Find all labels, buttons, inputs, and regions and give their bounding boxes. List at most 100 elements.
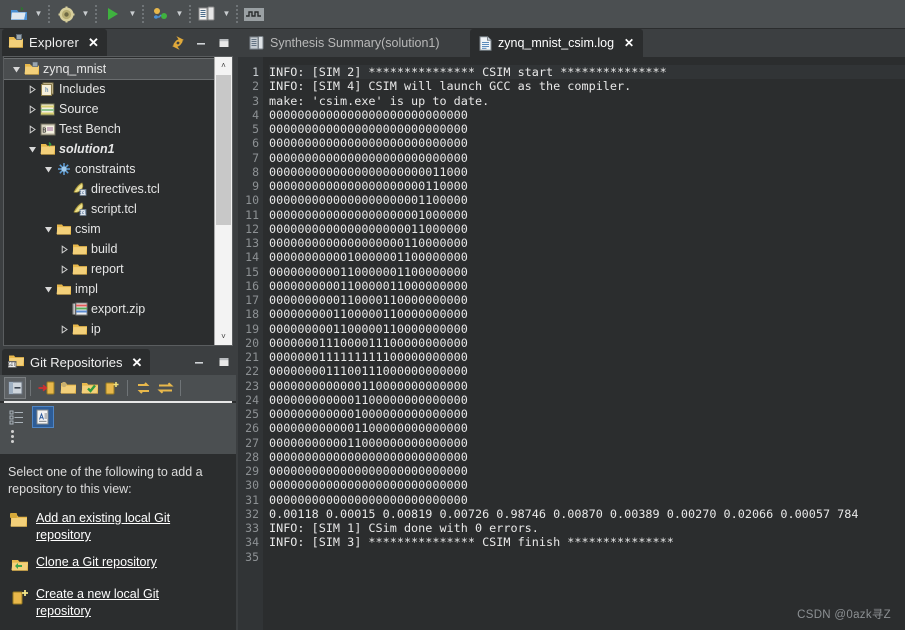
- expand-arrow-down-icon[interactable]: [26, 139, 39, 159]
- toolbar-separator: [95, 5, 97, 23]
- tree-vertical-scrollbar[interactable]: ˄ ˅: [214, 57, 232, 345]
- run-play-icon[interactable]: [101, 3, 125, 25]
- git-view-icon: GIT: [7, 353, 25, 371]
- log-line: 0000000000001100000000000000: [269, 392, 468, 407]
- tree-item-source[interactable]: Source: [4, 99, 215, 119]
- expand-arrow-right-icon[interactable]: [26, 79, 39, 99]
- log-line: 0000000000000000000000000000: [269, 122, 468, 136]
- new-repository-icon[interactable]: [101, 377, 123, 399]
- tree-item-directives-tcl[interactable]: tcl directives.tcl: [4, 179, 215, 199]
- line-number: 30: [245, 478, 259, 493]
- testbench-icon: B: [39, 119, 56, 139]
- tree-item-ip[interactable]: ip: [4, 319, 215, 339]
- git-link-label[interactable]: Add an existing local Git repository: [36, 510, 196, 544]
- git-close-icon[interactable]: ✕: [131, 356, 142, 369]
- tree-item-script-tcl[interactable]: tcl script.tcl: [4, 199, 215, 219]
- explorer-close-icon[interactable]: ✕: [88, 36, 99, 49]
- line-number: 4: [252, 107, 259, 122]
- synthesis-dropdown-arrow[interactable]: ▼: [173, 3, 186, 25]
- source-icon: [39, 99, 56, 119]
- log-line: 0000000000000000000011000000: [269, 221, 468, 236]
- open-project-dropdown-arrow[interactable]: ▼: [32, 3, 45, 25]
- repository-properties-icon[interactable]: [32, 406, 54, 428]
- expand-arrow-down-icon[interactable]: [42, 219, 55, 239]
- tree-item-zynq-mnist[interactable]: zynq_mnist: [4, 58, 216, 80]
- run-dropdown-arrow[interactable]: ▼: [126, 3, 139, 25]
- git-view-body: Select one of the following to add a rep…: [0, 375, 236, 630]
- line-number: 22: [245, 364, 259, 379]
- svg-text:tcl: tcl: [78, 190, 87, 196]
- line-number: 18: [245, 307, 259, 322]
- tree-item-build[interactable]: build: [4, 239, 215, 259]
- fetch-icon[interactable]: [132, 377, 154, 399]
- maximize-view-icon[interactable]: [216, 35, 232, 51]
- collapse-all-icon[interactable]: [4, 377, 26, 399]
- log-line: 0000000111111111100000000000: [269, 350, 468, 364]
- expand-arrow-right-icon[interactable]: [58, 239, 71, 259]
- git-tab-label: Git Repositories: [30, 354, 123, 370]
- git-link-add-an-existing-local-git-repository[interactable]: Add an existing local Git repository: [0, 510, 236, 554]
- tree-item-csim[interactable]: csim: [4, 219, 215, 239]
- settings-gear-icon[interactable]: [54, 3, 78, 25]
- tab-csim-log[interactable]: zynq_mnist_csim.log ✕: [470, 29, 644, 57]
- git-empty-message: Select one of the following to add a rep…: [8, 465, 203, 496]
- folder-icon: [55, 279, 72, 299]
- link-with-editor-icon[interactable]: [170, 35, 186, 51]
- view-tab-git-repositories[interactable]: GIT Git Repositories ✕: [2, 349, 151, 375]
- tree-item-constraints[interactable]: constraints: [4, 159, 215, 179]
- minimize-view-icon[interactable]: [191, 354, 207, 370]
- push-pull-icon[interactable]: [154, 377, 176, 399]
- git-link-label[interactable]: Create a new local Git repository: [36, 586, 196, 620]
- clone-repository-icon[interactable]: [57, 377, 79, 399]
- expand-arrow-down-icon[interactable]: [42, 279, 55, 299]
- log-line: 0000000001100000110000000000: [269, 321, 468, 336]
- waveform-icon[interactable]: [242, 3, 266, 25]
- minimize-view-icon[interactable]: [193, 35, 209, 51]
- view-tab-explorer[interactable]: Explorer ✕: [2, 29, 107, 56]
- view-menu-icon[interactable]: [11, 430, 14, 443]
- log-line: 0000000000000000000000110000: [269, 179, 468, 193]
- scroll-thumb[interactable]: [216, 75, 231, 225]
- tree-item-label: zynq_mnist: [43, 62, 107, 76]
- tcl-file-icon: tcl: [71, 179, 88, 199]
- maximize-view-icon[interactable]: [216, 354, 232, 370]
- log-line: 0000000000110000110000000000: [269, 293, 468, 307]
- add-existing-repository-icon[interactable]: [35, 377, 57, 399]
- create-repository-icon[interactable]: [79, 377, 101, 399]
- toolbar-separator: [236, 5, 238, 23]
- log-line: 0000000011100111000000000000: [269, 364, 468, 379]
- git-link-create-a-new-local-git-repository[interactable]: Create a new local Git repository: [0, 586, 236, 630]
- line-number: 19: [245, 321, 259, 336]
- settings-dropdown-arrow[interactable]: ▼: [79, 3, 92, 25]
- expand-arrow-right-icon[interactable]: [58, 319, 71, 339]
- run-synthesis-icon[interactable]: [148, 3, 172, 25]
- scroll-down-arrow[interactable]: ˅: [215, 328, 232, 345]
- line-number: 28: [245, 449, 259, 464]
- tree-item-export-zip[interactable]: export.zip: [4, 299, 215, 319]
- log-line: 0000000111000011100000000000: [269, 335, 468, 350]
- expand-arrow-down-icon[interactable]: [42, 159, 55, 179]
- git-link-clone-a-git-repository[interactable]: Clone a Git repository: [0, 554, 236, 586]
- expand-arrow-right-icon[interactable]: [58, 259, 71, 279]
- tree-outline-icon[interactable]: [6, 406, 28, 428]
- export-dropdown-arrow[interactable]: ▼: [220, 3, 233, 25]
- tree-item-test-bench[interactable]: B Test Bench: [4, 119, 215, 139]
- tree-item-impl[interactable]: impl: [4, 279, 215, 299]
- tree-item-report[interactable]: report: [4, 259, 215, 279]
- export-rtl-icon[interactable]: [195, 3, 219, 25]
- tab-synthesis-summary[interactable]: Synthesis Summary(solution1): [240, 29, 449, 57]
- scroll-up-arrow[interactable]: ˄: [215, 57, 232, 74]
- tree-item-label: ip: [91, 322, 101, 336]
- tree-item-solution1[interactable]: solution1: [4, 139, 215, 159]
- open-project-icon[interactable]: [7, 3, 31, 25]
- git-link-label[interactable]: Clone a Git repository: [36, 554, 157, 571]
- project-icon: [23, 59, 40, 79]
- expand-arrow-right-icon[interactable]: [26, 99, 39, 119]
- expand-arrow-down-icon[interactable]: [10, 59, 23, 79]
- project-tree[interactable]: zynq_mnist h Includes Source B Test Bench solu…: [4, 57, 216, 345]
- log-content[interactable]: INFO: [SIM 2] *************** CSIM start…: [263, 57, 905, 630]
- tab-close-icon[interactable]: ✕: [624, 36, 634, 50]
- tree-item-includes[interactable]: h Includes: [4, 79, 215, 99]
- expand-arrow-right-icon[interactable]: [26, 119, 39, 139]
- constraints-icon: [55, 159, 72, 179]
